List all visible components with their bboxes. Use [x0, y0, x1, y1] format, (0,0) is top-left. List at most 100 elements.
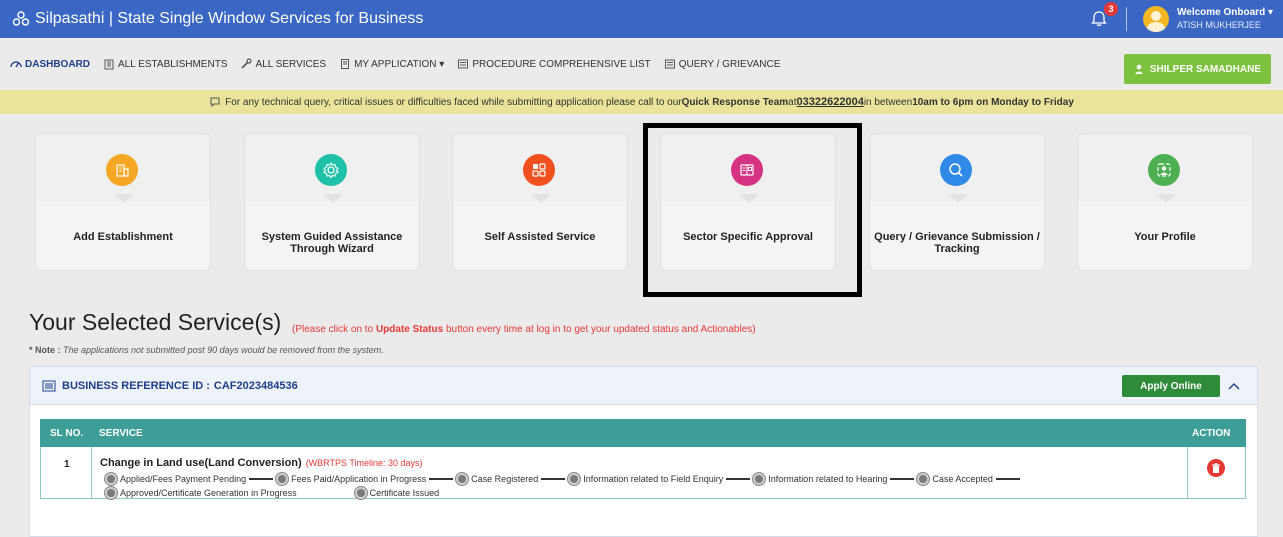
user-menu[interactable]: Welcome Onboard ▾ ATISH MUKHERJEE — [1177, 7, 1273, 31]
table-row: 1 Change in Land use(Land Conversion) (WB… — [40, 447, 1246, 499]
card-query-grievance[interactable]: Query / Grievance Submission / Tracking — [869, 133, 1045, 271]
notice-phone[interactable]: 03322622004 — [797, 96, 864, 108]
service-timeline: (WBRTPS Timeline: 30 days) — [305, 458, 423, 468]
building-icon — [116, 164, 129, 177]
step-label: Certificate Issued — [369, 488, 440, 498]
notification-bell[interactable]: 3 — [1088, 2, 1119, 30]
ref-id: CAF2023484536 — [213, 379, 298, 392]
search-icon — [949, 163, 963, 177]
nav-all-services[interactable]: ALL SERVICES — [240, 58, 326, 70]
panel-header: BUSINESS REFERENCE ID : CAF2023484536 Ap… — [30, 367, 1257, 405]
service-title: Change in Land use(Land Conversion) — [100, 457, 302, 469]
card-icon-circle — [1148, 154, 1180, 186]
document-icon — [341, 59, 350, 69]
nav-procedure-list[interactable]: PROCEDURE COMPREHENSIVE LIST — [457, 58, 651, 70]
step-dot — [917, 473, 930, 485]
main-nav: DASHBOARD ALL ESTABLISHMENTS ALL SERVICE… — [0, 38, 1283, 90]
app-title: Silpasathi | State Single Window Service… — [35, 10, 424, 27]
step-label: Approved/Certificate Generation in Progr… — [120, 488, 297, 498]
step-label: Case Accepted — [932, 474, 993, 484]
retention-note: * Note : The applications not submitted … — [29, 345, 384, 355]
selected-services-title: Your Selected Service(s) — [29, 309, 282, 335]
table-header: SL NO. SERVICE ACTION — [40, 419, 1246, 447]
service-name: Change in Land use(Land Conversion) (WBRT… — [100, 457, 423, 469]
card-pointer — [870, 194, 1044, 203]
hint-text: (Please click on to — [292, 324, 376, 335]
step-label: Information related to Field Enquiry — [583, 474, 724, 484]
card-self-assisted-service[interactable]: Self Assisted Service — [452, 133, 628, 271]
step-dot — [753, 473, 766, 485]
card-label: System Guided Assistance Through Wizard — [261, 231, 403, 255]
card-pointer — [1078, 194, 1252, 203]
dashboard-icon — [10, 61, 22, 68]
card-icon-circle — [940, 154, 972, 186]
delete-button[interactable] — [1207, 459, 1225, 477]
card-add-establishment[interactable]: Add Establishment — [35, 133, 211, 271]
gear-icon — [323, 162, 339, 179]
top-bar: Silpasathi | State Single Window Service… — [0, 0, 1283, 38]
notice-text: at — [788, 96, 797, 108]
step-connector — [890, 478, 915, 480]
step-dot — [105, 487, 117, 499]
update-status-hint: (Please click on to Update Status button… — [292, 324, 756, 335]
services-table: SL NO. SERVICE ACTION 1 Change in Land u… — [40, 419, 1246, 499]
note-label: * Note : — [29, 345, 61, 355]
card-system-guided-wizard[interactable]: System Guided Assistance Through Wizard — [244, 133, 420, 271]
divider — [1126, 7, 1128, 31]
col-sl: SL NO. — [50, 428, 84, 439]
card-icon-circle — [523, 154, 555, 186]
notice-text: in between — [863, 96, 913, 108]
note-text: The applications not submitted post 90 d… — [60, 345, 384, 355]
list-icon — [42, 380, 56, 391]
step-dot — [568, 473, 581, 485]
card-pointer — [36, 194, 210, 203]
hint-text: button every time at log in to get your … — [443, 324, 756, 335]
shilper-samadhane-button[interactable]: SHILPER SAMADHANE — [1123, 54, 1271, 84]
nav-label: DASHBOARD — [25, 58, 90, 70]
nav-my-application[interactable]: MY APPLICATION ▾ — [339, 58, 444, 70]
card-pointer — [453, 194, 627, 203]
brand[interactable]: Silpasathi | State Single Window Service… — [0, 10, 423, 28]
list-icon — [458, 59, 469, 69]
nav-all-establishments[interactable]: ALL ESTABLISHMENTS — [103, 58, 227, 70]
notice-hours: 10am to 6pm on Monday to Friday — [912, 96, 1074, 108]
chat-icon — [210, 97, 220, 108]
hint-bold: Update Status — [375, 324, 444, 335]
nav-label: ALL ESTABLISHMENTS — [118, 58, 228, 70]
nav-query-grievance[interactable]: QUERY / GRIEVANCE — [664, 58, 780, 70]
card-icon-circle — [315, 154, 347, 186]
step-connector — [541, 478, 566, 480]
card-label: Your Profile — [1134, 231, 1196, 243]
apply-online-button[interactable]: Apply Online — [1122, 375, 1220, 397]
chevron-down-icon: ▾ — [436, 58, 445, 70]
grid-icon — [532, 163, 546, 177]
step-label: Information related to Hearing — [768, 474, 888, 484]
notice-banner: For any technical query, critical issues… — [0, 90, 1283, 114]
step-connector — [726, 478, 751, 480]
step-dot — [354, 487, 367, 499]
tools-icon — [241, 58, 253, 69]
step-connector — [995, 478, 1020, 480]
nav-label: PROCEDURE COMPREHENSIVE LIST — [472, 58, 651, 70]
step-label: Case Registered — [471, 474, 539, 484]
user-plus-icon — [1134, 64, 1143, 74]
welcome-text: Welcome Onboard — [1177, 7, 1266, 18]
card-icon-circle — [106, 154, 138, 186]
status-steps-row2: Approved/Certificate Generation in Progr… — [105, 487, 439, 499]
samadhane-label: SHILPER SAMADHANE — [1149, 63, 1261, 75]
step-label: Applied/Fees Payment Pending — [120, 474, 247, 484]
chevron-up-icon[interactable] — [1226, 379, 1242, 393]
card-your-profile[interactable]: Your Profile — [1077, 133, 1253, 271]
status-steps-row1: Applied/Fees Payment Pending Fees Paid/A… — [105, 473, 1023, 485]
nav-dashboard[interactable]: DASHBOARD — [10, 58, 90, 70]
nav-label: ALL SERVICES — [255, 58, 327, 70]
card-label: Add Establishment — [73, 231, 173, 243]
notice-team: Quick Response Team — [681, 96, 789, 108]
row-sl: 1 — [64, 459, 70, 470]
step-dot — [105, 473, 117, 485]
card-pointer — [245, 194, 419, 203]
trash-icon — [1212, 462, 1220, 473]
step-dot — [456, 473, 469, 485]
highlight-box — [643, 123, 862, 297]
avatar[interactable] — [1143, 6, 1170, 32]
